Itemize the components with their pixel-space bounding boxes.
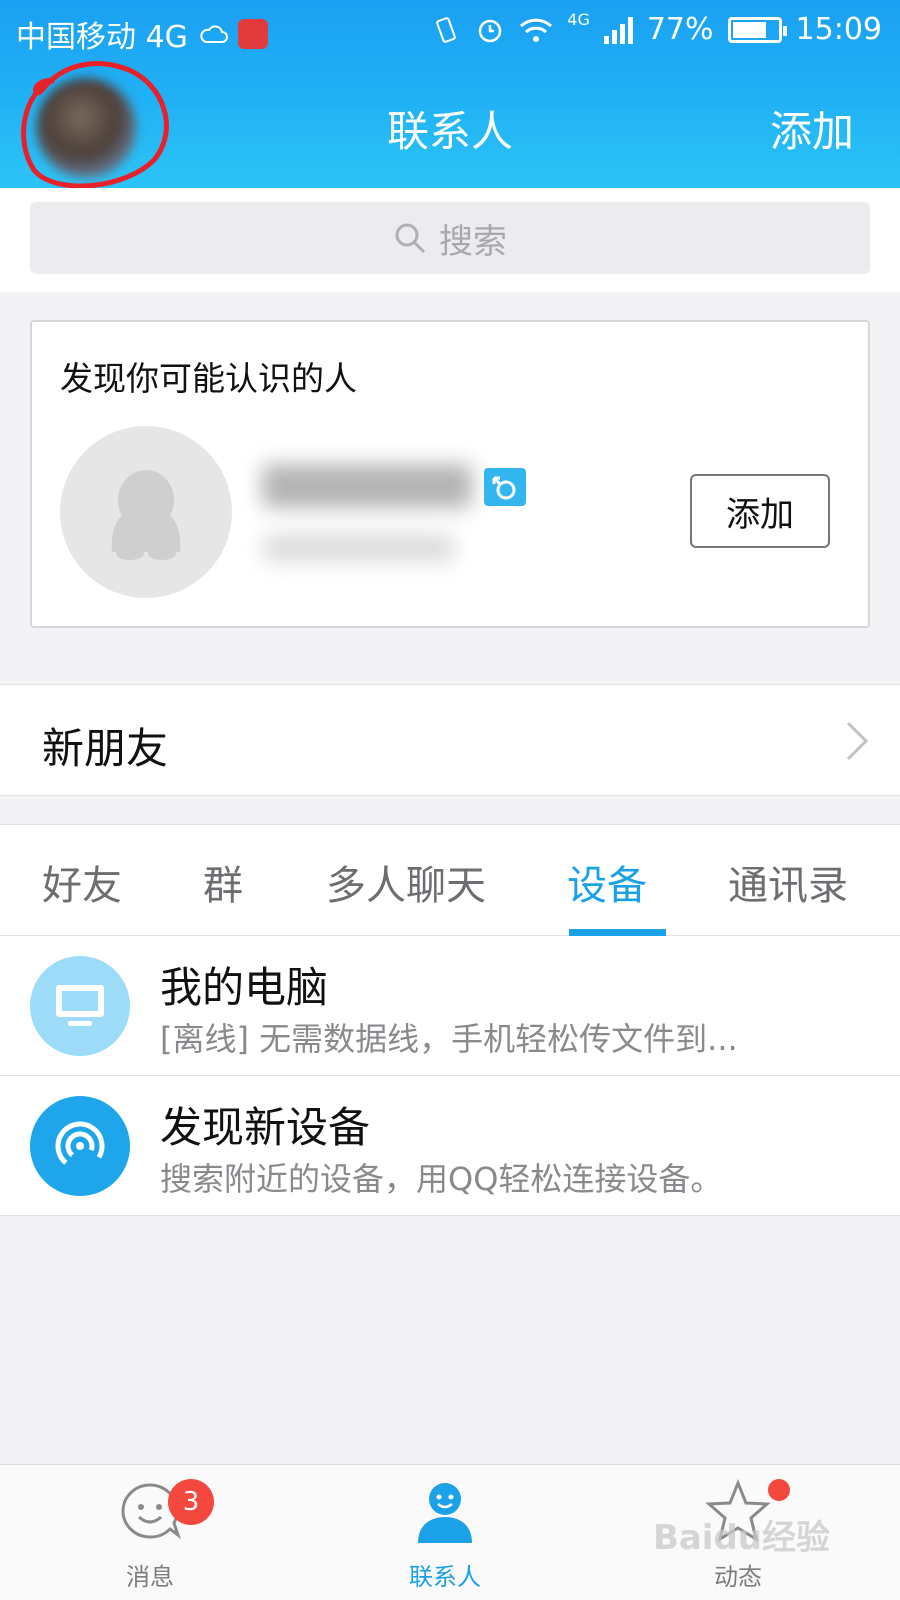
baidu-watermark: Baidu经验 [652,1518,830,1558]
search-placeholder: 搜索 [439,221,507,262]
battery-percent: 77% [646,12,714,47]
device-title: 我的电脑 [160,963,329,1012]
tab-group-chats[interactable]: 多人聊天 [326,853,486,911]
list-item-discover-devices[interactable]: 发现新设备 搜索附近的设备，用QQ轻松连接设备。 [0,1076,900,1216]
signal-icon [603,16,633,44]
nav-label: 动态 [714,1563,762,1591]
weather-cloud-icon [200,25,228,43]
chevron-right-icon [846,721,869,761]
battery-icon [727,16,787,43]
contact-tabs: 好友 群 多人聊天 设备 通讯录 [0,824,900,937]
card-title: 发现你可能认识的人 [60,359,357,398]
search-area: 搜索 [0,188,900,292]
header: 中国移动 4G 4G 77% 15:09 联系人 添加 [0,0,900,189]
contacts-icon [418,1483,472,1543]
nav-label: 联系人 [409,1563,481,1591]
penguin-placeholder-icon [111,470,181,560]
unread-badge: 3 [168,1479,214,1525]
battery-fill [732,21,767,38]
network-type-badge: 4G [567,10,590,29]
nav-label: 消息 [126,1563,174,1591]
add-friend-button[interactable]: 添加 [690,474,830,548]
page-title: 联系人 [386,107,513,156]
suggested-person-avatar[interactable] [60,426,232,598]
money-locker-app-icon [237,19,268,49]
radar-icon [30,1096,130,1196]
nav-contacts[interactable]: 联系人 [295,1465,595,1600]
notification-dot [768,1479,790,1501]
tab-devices[interactable]: 设备 [567,853,647,911]
new-friends-row[interactable]: 新朋友 [0,684,900,796]
vibrate-icon [436,16,457,43]
clock: 15:09 [795,12,882,47]
blurred-name [262,464,472,508]
tab-friends[interactable]: 好友 [42,853,122,911]
list-item-my-computer[interactable]: 我的电脑 [离线] 无需数据线，手机轻松传文件到... [0,936,900,1076]
tab-address-book[interactable]: 通讯录 [728,853,848,911]
new-friends-label: 新朋友 [42,724,169,773]
add-contact-button[interactable]: 添加 [770,98,854,159]
male-gender-icon [484,468,526,506]
device-subtitle: 搜索附近的设备，用QQ轻松连接设备。 [160,1160,723,1198]
monitor-icon [30,956,130,1056]
wifi-icon [520,18,553,42]
alarm-icon [479,19,502,42]
people-you-may-know-card: 发现你可能认识的人 添加 [30,320,870,628]
tab-groups[interactable]: 群 [203,853,243,911]
blurred-detail [264,534,454,562]
device-subtitle: [离线] 无需数据线，手机轻松传文件到... [160,1020,738,1058]
device-title: 发现新设备 [160,1103,371,1152]
search-input[interactable]: 搜索 [30,202,870,274]
search-icon [395,223,426,254]
nav-messages[interactable]: 3 消息 [0,1465,300,1600]
